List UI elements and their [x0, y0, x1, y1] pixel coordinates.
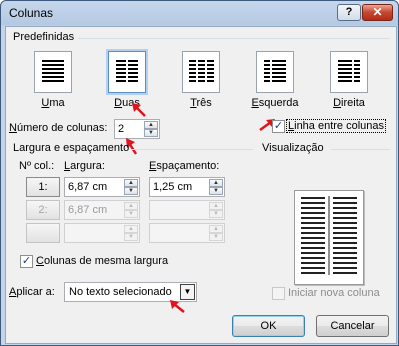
presets-group-label: Predefinidas — [13, 31, 75, 43]
spin-down-icon[interactable]: ▼ — [144, 129, 158, 137]
spin-up-icon[interactable]: ▲ — [144, 121, 158, 129]
spin-down-icon: ▼ — [124, 233, 138, 241]
presets-group-divider — [78, 38, 390, 39]
spin-up-icon: ▲ — [124, 202, 138, 210]
preview-page — [294, 190, 364, 285]
column-3-button — [26, 223, 60, 243]
new-column-checkbox — [272, 287, 285, 300]
spin-up-icon: ▲ — [124, 225, 138, 233]
close-button[interactable]: ✕ — [362, 4, 393, 21]
preset-right-icon — [338, 60, 360, 82]
spin-up-icon: ▲ — [209, 225, 223, 233]
preset-one-icon — [42, 60, 64, 82]
apply-to-value[interactable]: No texto selecionado — [69, 286, 172, 298]
spin-down-icon: ▼ — [124, 210, 138, 218]
line-between-checkbox[interactable]: ✓ — [272, 120, 285, 133]
equal-width-checkbox[interactable]: ✓ — [20, 255, 33, 268]
new-column-label: Iniciar nova coluna — [288, 287, 380, 299]
dialog-body: Predefinidas Uma Duas Três Esquerda Dire… — [5, 26, 397, 344]
preset-right-button[interactable] — [330, 51, 368, 93]
num-columns-label: Número de colunas: — [9, 122, 108, 134]
preset-three-icon — [189, 60, 214, 82]
preset-left-icon — [264, 60, 286, 82]
help-button[interactable]: ? — [337, 4, 361, 21]
preset-right-label[interactable]: Direita — [321, 97, 377, 109]
width-header: Largura: — [64, 160, 105, 172]
num-columns-value[interactable]: 2 — [118, 123, 124, 135]
preview-group-divider — [331, 149, 390, 150]
spin-down-icon[interactable]: ▼ — [124, 187, 138, 195]
spin-up-icon: ▲ — [209, 202, 223, 210]
column-2-spacing-spinner: ▲ ▼ — [149, 200, 225, 220]
preset-two-button[interactable] — [108, 51, 146, 93]
preset-one-label[interactable]: Uma — [25, 97, 81, 109]
column-1-spacing-spinner[interactable]: 1,25 cm ▲ ▼ — [149, 177, 225, 197]
title-bar[interactable]: Colunas ? ✕ — [1, 1, 398, 25]
preset-three-label[interactable]: Três — [173, 97, 229, 109]
preset-left-button[interactable] — [256, 51, 294, 93]
preset-left-label[interactable]: Esquerda — [247, 97, 303, 109]
spin-down-icon[interactable]: ▼ — [209, 187, 223, 195]
highlight-arrow-apply-to — [170, 300, 185, 313]
preview-columns-graphic — [301, 196, 357, 275]
column-3-spacing-spinner: ▲ ▼ — [149, 223, 225, 243]
cancel-button[interactable]: Cancelar — [316, 315, 389, 337]
ok-button[interactable]: OK — [232, 315, 305, 337]
apply-to-label: Aplicar a: — [9, 286, 55, 298]
equal-width-label[interactable]: Colunas de mesma largura — [36, 255, 168, 267]
dialog-window: Colunas ? ✕ Predefinidas Uma Duas Três E… — [0, 0, 399, 346]
num-columns-spinner[interactable]: 2 ▲ ▼ — [114, 119, 160, 139]
chevron-down-icon[interactable]: ▼ — [180, 284, 195, 300]
preset-three-button[interactable] — [182, 51, 220, 93]
spin-down-icon: ▼ — [209, 210, 223, 218]
spin-up-icon[interactable]: ▲ — [124, 179, 138, 187]
column-2-button: 2: — [26, 200, 60, 220]
preset-one-button[interactable] — [34, 51, 72, 93]
preset-two-icon — [116, 60, 138, 82]
line-between-label[interactable]: Linha entre colunas — [285, 119, 387, 133]
preview-group-label: Visualização — [262, 142, 324, 154]
column-1-width-spinner[interactable]: 6,87 cm ▲ ▼ — [64, 177, 140, 197]
width-spacing-group-label: Largura e espaçamento — [13, 142, 130, 154]
highlight-arrow-presets — [132, 103, 146, 117]
col-number-header: Nº col.: — [19, 160, 55, 172]
width-spacing-group-divider — [131, 149, 253, 150]
spacing-header: Espaçamento: — [149, 160, 220, 172]
column-1-button[interactable]: 1: — [26, 177, 60, 197]
spin-up-icon[interactable]: ▲ — [209, 179, 223, 187]
spin-down-icon: ▼ — [209, 233, 223, 241]
column-3-width-spinner: ▲ ▼ — [64, 223, 140, 243]
dialog-title: Colunas — [9, 6, 54, 20]
column-2-width-spinner: 6,87 cm ▲ ▼ — [64, 200, 140, 220]
